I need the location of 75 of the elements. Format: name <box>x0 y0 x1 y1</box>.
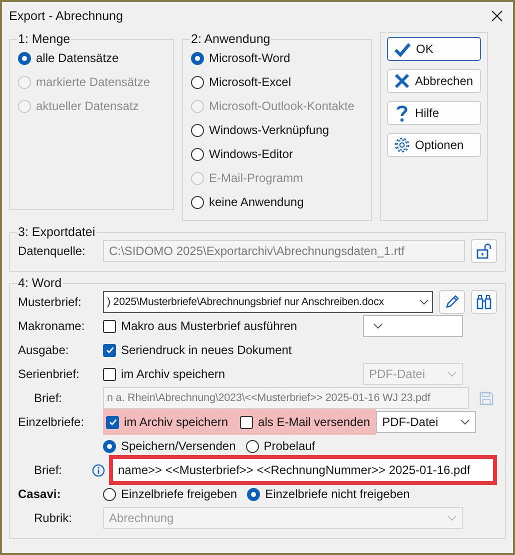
field-label: Einzelbriefe: <box>18 415 86 429</box>
info-icon[interactable] <box>92 464 105 476</box>
dropdown[interactable]: PDF-Datei <box>376 411 476 433</box>
option-label: alle Datensätze <box>36 51 119 65</box>
radio-button[interactable] <box>103 440 116 452</box>
template-dropdown[interactable]: ) 2025\Musterbriefe\Abrechnungsbrief nur Anschreiben.docx <box>103 291 433 313</box>
edit-button[interactable] <box>439 290 465 314</box>
group-title: 2: Anwendung <box>190 32 272 46</box>
group-title: 4: Word <box>17 276 63 290</box>
option-label: markierte Datensätze <box>36 75 150 89</box>
option-label: keine Anwendung <box>209 195 304 209</box>
checkmark-icon <box>394 40 411 58</box>
checkbox-label: Seriendruck in neues Dokument <box>121 343 292 357</box>
radio-button[interactable] <box>191 196 204 208</box>
field-label: Datenquelle: <box>18 244 86 258</box>
checkbox-label: im Archiv speichern <box>121 367 226 381</box>
option-label: Speichern/Versenden <box>121 439 236 453</box>
checkbox[interactable] <box>106 416 119 428</box>
option-label: Microsoft-Excel <box>209 75 292 89</box>
field-label: Musterbrief: <box>18 295 82 309</box>
help-icon <box>394 104 410 122</box>
ok-button[interactable]: OK <box>387 37 481 61</box>
lock-button[interactable] <box>471 239 497 263</box>
checkbox[interactable] <box>103 344 116 356</box>
option-label: Microsoft-Word <box>209 51 290 65</box>
chevron-down-icon <box>373 323 383 329</box>
option-label: Einzelbriefe nicht freigeben <box>265 487 410 501</box>
chevron-down-icon <box>447 371 457 377</box>
field-label: Ausgabe: <box>18 343 70 357</box>
radio-button[interactable] <box>18 52 31 64</box>
option-label: Windows-Verknüpfung <box>209 123 330 137</box>
checkbox[interactable] <box>103 320 116 332</box>
field-label: Rubrik: <box>33 511 74 525</box>
x-icon <box>394 73 410 89</box>
field-label: Makroname: <box>18 319 86 333</box>
group-title: 3: Exportdatei <box>17 225 96 239</box>
radio-button[interactable] <box>191 52 204 64</box>
radio-button[interactable] <box>103 488 116 500</box>
checkbox-label: Makro aus Musterbrief ausführen <box>121 319 298 333</box>
check-icon <box>108 417 118 427</box>
binoculars-icon <box>476 294 492 310</box>
check-icon <box>104 345 114 355</box>
checkbox-label: im Archiv speichern <box>124 415 228 429</box>
field-label: Brief: <box>33 463 64 477</box>
radio-button[interactable] <box>191 76 204 88</box>
radio-button[interactable] <box>246 440 259 452</box>
close-icon[interactable] <box>491 10 503 22</box>
checkbox-label: als E-Mail versenden <box>258 415 370 429</box>
option-label: Einzelbriefe freigeben <box>121 487 238 501</box>
radio-button[interactable] <box>191 148 204 160</box>
file-path-field[interactable]: name>> <<Musterbrief>> <<RechnungNummer>> 2025-01-16.pdf <box>109 455 497 485</box>
chevron-down-icon <box>419 299 429 305</box>
checkbox[interactable] <box>240 416 254 428</box>
options-button[interactable]: Optionen <box>387 133 481 157</box>
option-label: Microsoft-Outlook-Kontakte <box>209 99 354 113</box>
chevron-down-icon <box>447 515 457 521</box>
option-label: aktueller Datensatz <box>36 99 139 113</box>
field-label: Serienbrief: <box>18 367 80 381</box>
window-title: Export - Abrechnung <box>9 9 123 23</box>
radio-button[interactable] <box>247 488 260 500</box>
option-label: E-Mail-Programm <box>209 171 304 185</box>
group-title: 1: Menge <box>17 32 72 46</box>
search-button[interactable] <box>471 290 497 314</box>
pencil-icon <box>444 294 460 310</box>
option-label: Windows-Editor <box>209 147 294 161</box>
field-label: Brief: <box>33 391 64 405</box>
field-label: Casavi: <box>18 487 62 501</box>
settings-icon <box>394 137 410 153</box>
unlocked-padlock-icon <box>476 243 492 259</box>
cancel-button[interactable]: Abbrechen <box>387 69 481 93</box>
radio-button[interactable] <box>191 124 204 136</box>
help-button[interactable]: Hilfe <box>387 101 481 125</box>
option-label: Probelauf <box>264 439 316 453</box>
checkbox[interactable] <box>103 368 116 380</box>
chevron-down-icon <box>460 419 470 425</box>
